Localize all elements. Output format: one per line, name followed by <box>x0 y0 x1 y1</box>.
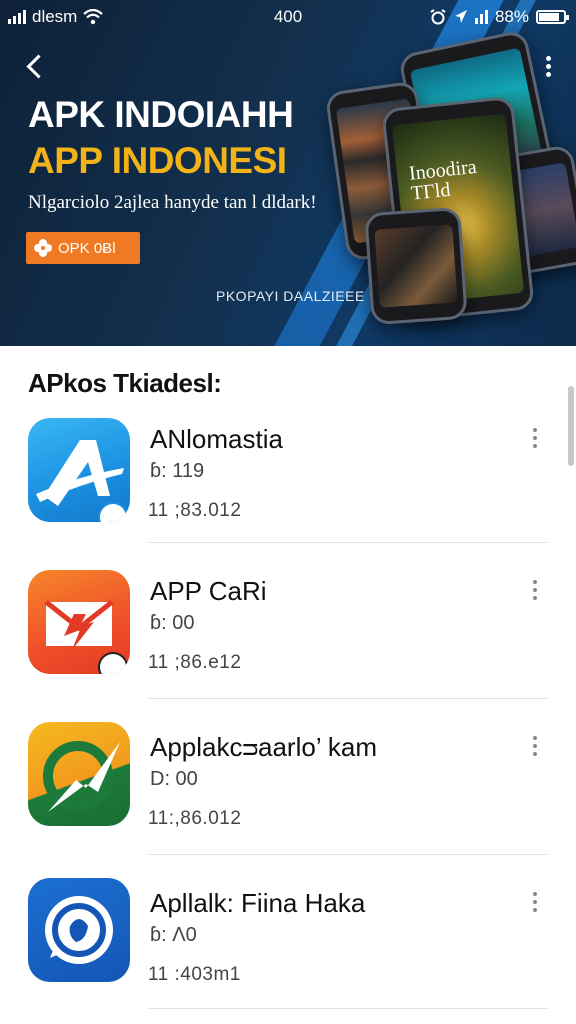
app-list-item[interactable]: Apllalk: Fiina Haka ɓ: Ʌ0 11 :403m1 <box>0 876 576 1024</box>
a-arrow-icon <box>28 418 130 522</box>
app-date: 11 :403m1 <box>148 964 241 985</box>
app-name: APP CaRi <box>150 576 267 606</box>
app-meta: ɓ: 00 <box>150 612 195 634</box>
divider <box>148 542 548 543</box>
divider <box>148 1008 548 1009</box>
app-name: Applakcᴝaarlo’ kam <box>150 732 377 762</box>
app-list-item[interactable]: Applakcᴝaarlo’ kam D: 00 11:,86.012 <box>0 720 576 872</box>
hero-cta-label: OPK 0Ƀl <box>58 239 116 257</box>
app-date: 11 ;86.e12 <box>148 652 242 673</box>
battery-icon <box>536 10 569 24</box>
back-button[interactable] <box>24 50 54 84</box>
hero-subtitle: Nlgarciolo 2ajlea hanyde tan l dldark! <box>28 192 317 213</box>
app-name: Apllalk: Fiina Haka <box>150 888 366 918</box>
app-name: ANlomastia <box>150 424 283 454</box>
phone-screen-title: Inoodira TГld <box>407 155 478 205</box>
more-options-icon[interactable] <box>531 736 539 760</box>
battery-percent: 88% <box>494 7 529 26</box>
location-icon <box>454 10 467 23</box>
more-options-icon[interactable] <box>531 580 539 604</box>
hero-title-line1: APK INDOIAHH <box>28 94 294 135</box>
hero-title-line2: APP INDONESI <box>28 140 287 181</box>
clock-badge-icon <box>98 652 128 674</box>
app-date: 11 ;83.012 <box>148 500 242 521</box>
app-meta: ɓ: Ʌ0 <box>150 924 197 946</box>
flower-icon <box>34 239 52 257</box>
leaf-arrow-icon <box>28 722 130 826</box>
more-options-icon[interactable] <box>531 428 539 452</box>
app-list-item[interactable]: ANlomastia ɓ: 119 11 ;83.012 <box>0 412 576 564</box>
app-meta: D: 00 <box>150 768 198 790</box>
hero-banner: Inoodira TГld dlesm 400 88% APK INDOIAHH… <box>0 0 576 346</box>
more-options-icon[interactable] <box>531 892 539 916</box>
hero-cta-button[interactable]: OPK 0Ƀl <box>26 232 140 264</box>
chat-bubble-icon <box>28 878 130 982</box>
divider <box>148 854 548 855</box>
divider <box>148 698 548 699</box>
app-list-item[interactable]: APP CaRi ɓ: 00 11 ;86.e12 <box>0 564 576 716</box>
app-meta: ɓ: 119 <box>150 460 205 482</box>
status-bar: dlesm 400 88% <box>0 0 576 34</box>
hero-caption: PKOPAYI DAALZIEEE <box>216 288 365 304</box>
alarm-icon <box>430 9 446 25</box>
envelope-bolt-icon <box>28 570 130 674</box>
section-title: APkos Tkiadesl: <box>28 368 222 398</box>
app-date: 11:,86.012 <box>148 808 242 829</box>
cell-signal-icon <box>474 10 488 24</box>
phone-illustration-small <box>364 206 468 326</box>
overflow-menu-icon[interactable] <box>544 56 552 78</box>
